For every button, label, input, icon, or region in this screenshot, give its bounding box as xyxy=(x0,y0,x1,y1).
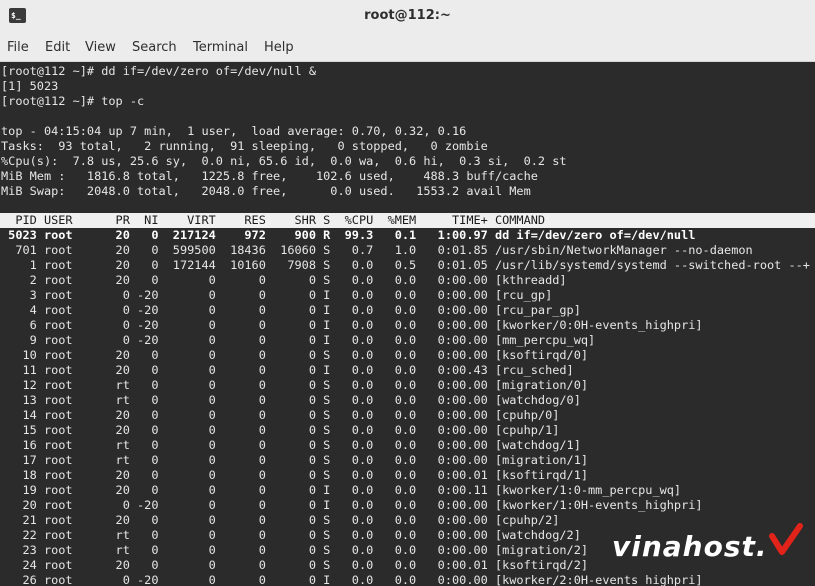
menu-search[interactable]: Search xyxy=(132,40,177,55)
table-row: 17 root rt 0 0 0 0 S 0.0 0.0 0:00.00 [mi… xyxy=(1,453,589,467)
summary-line-uptime: top - 04:15:04 up 7 min, 1 user, load av… xyxy=(1,124,467,138)
table-row: 21 root 20 0 0 0 0 S 0.0 0.0 0:00.00 [cp… xyxy=(1,513,560,527)
table-row: 4 root 0 -20 0 0 0 I 0.0 0.0 0:00.00 [rc… xyxy=(1,303,581,317)
table-row: 18 root 20 0 0 0 0 S 0.0 0.0 0:00.01 [ks… xyxy=(1,468,589,482)
shell-line: [root@112 ~]# dd if=/dev/zero of=/dev/nu… xyxy=(1,64,316,78)
table-row: 1 root 20 0 172144 10160 7908 S 0.0 0.5 … xyxy=(1,258,810,272)
table-row: 20 root 0 -20 0 0 0 I 0.0 0.0 0:00.00 [k… xyxy=(1,498,703,512)
menu-help[interactable]: Help xyxy=(264,40,294,55)
table-row: 14 root 20 0 0 0 0 S 0.0 0.0 0:00.00 [cp… xyxy=(1,408,560,422)
shell-line: [1] 5023 xyxy=(1,79,59,93)
summary-line-cpu: %Cpu(s): 7.8 us, 25.6 sy, 0.0 ni, 65.6 i… xyxy=(1,154,567,168)
table-row: 2 root 20 0 0 0 0 S 0.0 0.0 0:00.00 [kth… xyxy=(1,273,567,287)
table-row: 6 root 0 -20 0 0 0 I 0.0 0.0 0:00.00 [kw… xyxy=(1,318,703,332)
table-row: 10 root 20 0 0 0 0 S 0.0 0.0 0:00.00 [ks… xyxy=(1,348,589,362)
table-row: 22 root rt 0 0 0 0 S 0.0 0.0 0:00.00 [wa… xyxy=(1,528,581,542)
menu-bar: File Edit View Search Terminal Help xyxy=(0,34,815,62)
table-row: 701 root 20 0 599500 18436 16060 S 0.7 1… xyxy=(1,243,753,257)
table-row: 24 root 20 0 0 0 0 S 0.0 0.0 0:00.01 [ks… xyxy=(1,558,589,572)
menu-terminal[interactable]: Terminal xyxy=(193,40,248,55)
menu-view[interactable]: View xyxy=(85,40,116,55)
terminal-output[interactable]: [root@112 ~]# dd if=/dev/zero of=/dev/nu… xyxy=(0,62,815,586)
menu-file[interactable]: File xyxy=(7,40,29,55)
table-row: 11 root 20 0 0 0 0 I 0.0 0.0 0:00.43 [rc… xyxy=(1,363,574,377)
vinahost-logo: vinahost. xyxy=(612,530,768,563)
process-table-header: PID USER PR NI VIRT RES SHR S %CPU %MEM … xyxy=(0,213,815,228)
table-row: 13 root rt 0 0 0 0 S 0.0 0.0 0:00.00 [wa… xyxy=(1,393,581,407)
title-bar: $_ root@112:~ xyxy=(0,0,815,34)
logo-check-icon xyxy=(769,523,803,555)
window-title: root@112:~ xyxy=(364,8,451,23)
summary-line-mem: MiB Mem : 1816.8 total, 1225.8 free, 102… xyxy=(1,169,538,183)
menu-edit[interactable]: Edit xyxy=(45,40,70,55)
summary-line-tasks: Tasks: 93 total, 2 running, 91 sleeping,… xyxy=(1,139,488,153)
table-row: 23 root rt 0 0 0 0 S 0.0 0.0 0:00.00 [mi… xyxy=(1,543,589,557)
table-row: 19 root 20 0 0 0 0 I 0.0 0.0 0:00.11 [kw… xyxy=(1,483,682,497)
shell-line: [root@112 ~]# top -c xyxy=(1,94,145,108)
table-row: 3 root 0 -20 0 0 0 I 0.0 0.0 0:00.00 [rc… xyxy=(1,288,553,302)
table-row: 26 root 0 -20 0 0 0 I 0.0 0.0 0:00.00 [k… xyxy=(1,573,703,586)
summary-line-swap: MiB Swap: 2048.0 total, 2048.0 free, 0.0… xyxy=(1,184,531,198)
table-row: 16 root rt 0 0 0 0 S 0.0 0.0 0:00.00 [wa… xyxy=(1,438,581,452)
table-row: 12 root rt 0 0 0 0 S 0.0 0.0 0:00.00 [mi… xyxy=(1,378,589,392)
table-row: 9 root 0 -20 0 0 0 I 0.0 0.0 0:00.00 [mm… xyxy=(1,333,596,347)
table-row: 15 root 20 0 0 0 0 S 0.0 0.0 0:00.00 [cp… xyxy=(1,423,560,437)
table-row: 5023 root 20 0 217124 972 900 R 99.3 0.1… xyxy=(1,228,696,242)
